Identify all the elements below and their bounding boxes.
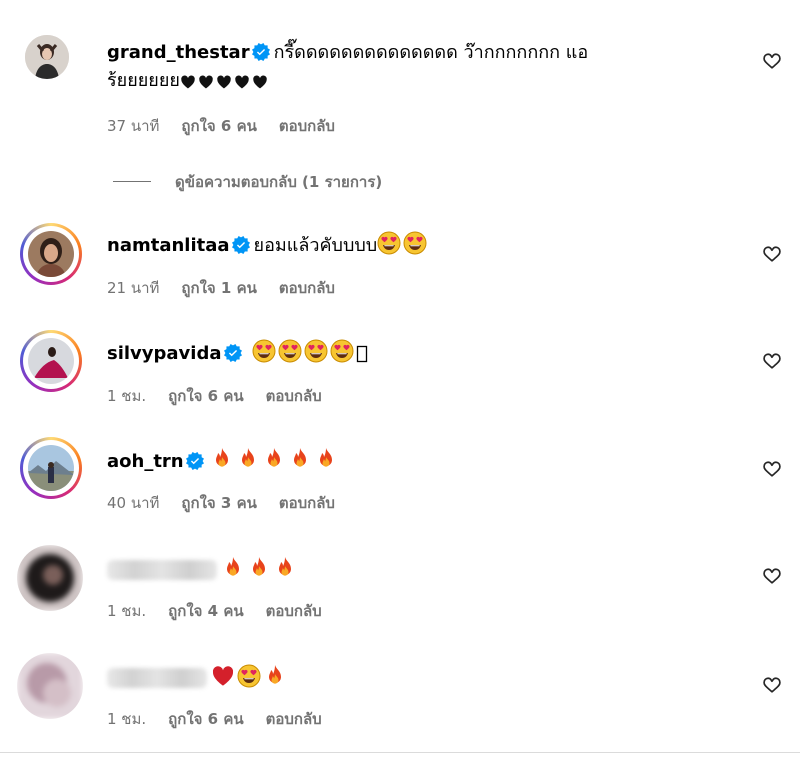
avatar-blurred <box>17 653 83 719</box>
like-heart-icon[interactable] <box>762 566 782 586</box>
username-blurred[interactable] <box>107 668 207 688</box>
heart-eyes-emoji-icon <box>403 231 427 255</box>
view-replies-button[interactable]: ดูข้อความตอบกลับ (1 รายการ) <box>113 170 382 194</box>
avatar <box>28 338 74 384</box>
fire-emoji-icon <box>247 556 271 580</box>
avatar-story-ring[interactable] <box>20 223 82 285</box>
comment-time[interactable]: 1 ชม. <box>107 602 146 620</box>
avatar <box>28 231 74 277</box>
like-heart-icon[interactable] <box>762 675 782 695</box>
fire-emoji-icon <box>262 447 286 471</box>
avatar-blurred <box>17 545 83 611</box>
red-heart-emoji-icon <box>211 664 235 688</box>
fire-emoji-icon <box>314 447 338 471</box>
avatar <box>28 445 74 491</box>
verified-badge-icon <box>186 452 204 470</box>
comment-body: grand_thestar กรี๊ดดดดดดดดดดดดดด ว๊ากกกกก… <box>107 39 588 67</box>
black-heart-icon <box>252 74 268 90</box>
comment-time[interactable]: 40 นาที <box>107 494 159 512</box>
avatar-photo <box>25 35 69 79</box>
comment-meta: 21 นาที ถูกใจ 1 คน ตอบกลับ <box>107 276 357 300</box>
verified-badge-icon <box>232 236 250 254</box>
comment-body: silvypavida <box>107 339 370 368</box>
verified-badge-icon <box>224 344 242 362</box>
heart-eyes-emoji-icon <box>330 339 354 363</box>
divider <box>0 752 800 753</box>
comment-meta: 37 นาที ถูกใจ 6 คน ตอบกลับ <box>107 114 357 138</box>
like-heart-icon[interactable] <box>762 244 782 264</box>
likes-count[interactable]: ถูกใจ 4 คน <box>168 602 243 620</box>
username[interactable]: grand_thestar <box>107 42 250 63</box>
missing-glyph-icon <box>356 345 367 363</box>
fire-emoji-icon <box>221 556 245 580</box>
heart-eyes-emoji-icon <box>377 231 401 255</box>
username[interactable]: silvypavida <box>107 343 222 364</box>
heart-eyes-emoji-icon <box>304 339 328 363</box>
reply-button[interactable]: ตอบกลับ <box>279 117 335 135</box>
comment-body: aoh_trn <box>107 447 340 476</box>
avatar-story-ring[interactable] <box>20 437 82 499</box>
heart-eyes-emoji-icon <box>252 339 276 363</box>
comment-text-cont: ร้ยยยยยย <box>107 70 180 91</box>
fire-emoji-icon <box>210 447 234 471</box>
comment-body: namtanlitaa ยอมแล้วคับบบบ <box>107 231 429 260</box>
likes-count[interactable]: ถูกใจ 6 คน <box>168 387 243 405</box>
comment-time[interactable]: 21 นาที <box>107 279 159 297</box>
comment-text: ยอมแล้วคับบบบ <box>253 235 378 256</box>
comment-meta: 40 นาที ถูกใจ 3 คน ตอบกลับ <box>107 491 357 515</box>
avatar[interactable] <box>17 545 83 611</box>
comment-text: กรี๊ดดดดดดดดดดดดดด ว๊ากกกกกกก แอ <box>273 42 589 63</box>
reply-button[interactable]: ตอบกลับ <box>266 710 322 728</box>
black-heart-icon <box>234 74 250 90</box>
username[interactable]: aoh_trn <box>107 451 184 472</box>
fire-emoji-icon <box>273 556 297 580</box>
avatar[interactable] <box>17 653 83 719</box>
heart-eyes-emoji-icon <box>278 339 302 363</box>
black-heart-icon <box>180 74 196 90</box>
comment-body <box>107 664 289 693</box>
like-heart-icon[interactable] <box>762 51 782 71</box>
comment-time[interactable]: 37 นาที <box>107 117 159 135</box>
verified-badge-icon <box>252 43 270 61</box>
reply-button[interactable]: ตอบกลับ <box>279 279 335 297</box>
comment-meta: 1 ชม. ถูกใจ 6 คน ตอบกลับ <box>107 707 344 731</box>
comment-feed: grand_thestar กรี๊ดดดดดดดดดดดดดด ว๊ากกกกก… <box>0 0 800 759</box>
view-replies-label: ดูข้อความตอบกลับ (1 รายการ) <box>175 173 383 191</box>
avatar-story-ring[interactable] <box>20 330 82 392</box>
avatar[interactable] <box>25 35 69 79</box>
like-heart-icon[interactable] <box>762 459 782 479</box>
comment-body <box>107 556 299 585</box>
likes-count[interactable]: ถูกใจ 6 คน <box>181 117 256 135</box>
fire-emoji-icon <box>263 664 287 688</box>
likes-count[interactable]: ถูกใจ 1 คน <box>181 279 256 297</box>
username[interactable]: namtanlitaa <box>107 235 230 256</box>
fire-emoji-icon <box>288 447 312 471</box>
reply-button[interactable]: ตอบกลับ <box>279 494 335 512</box>
fire-emoji-icon <box>236 447 260 471</box>
comment-time[interactable]: 1 ชม. <box>107 387 146 405</box>
comment-meta: 1 ชม. ถูกใจ 6 คน ตอบกลับ <box>107 384 344 408</box>
heart-eyes-emoji-icon <box>237 664 261 688</box>
username-blurred[interactable] <box>107 560 217 580</box>
black-heart-icon <box>216 74 232 90</box>
reply-button[interactable]: ตอบกลับ <box>266 602 322 620</box>
reply-button[interactable]: ตอบกลับ <box>266 387 322 405</box>
likes-count[interactable]: ถูกใจ 6 คน <box>168 710 243 728</box>
black-heart-icon <box>198 74 214 90</box>
likes-count[interactable]: ถูกใจ 3 คน <box>181 494 256 512</box>
replies-divider <box>113 181 151 182</box>
comment-time[interactable]: 1 ชม. <box>107 710 146 728</box>
like-heart-icon[interactable] <box>762 351 782 371</box>
comment-meta: 1 ชม. ถูกใจ 4 คน ตอบกลับ <box>107 599 344 623</box>
comment-body-line2: ร้ยยยยยย <box>107 67 270 95</box>
